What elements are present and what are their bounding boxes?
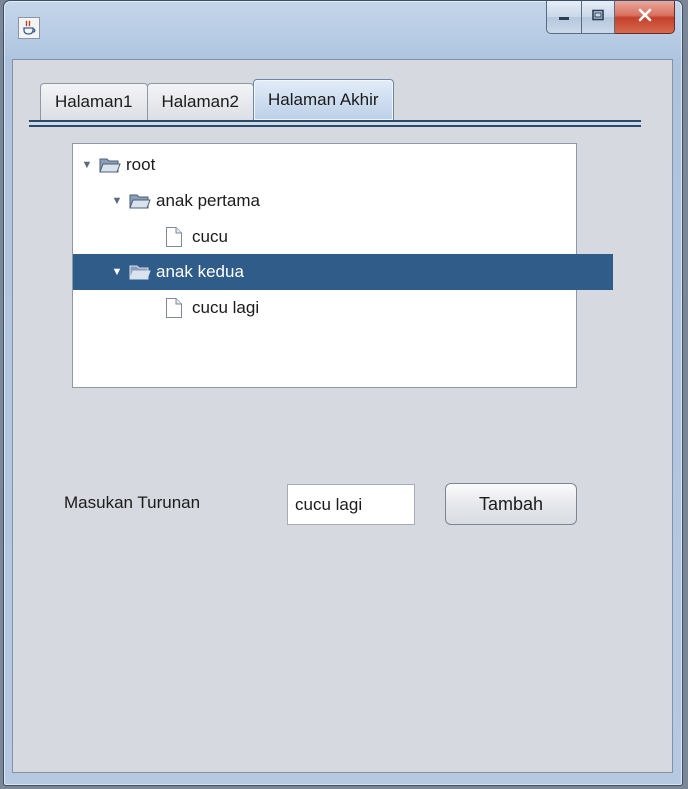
- tree-node-label: anak kedua: [156, 262, 244, 281]
- tab-halaman1[interactable]: Halaman1: [40, 83, 148, 120]
- expand-toggle-icon[interactable]: ▼: [80, 159, 94, 171]
- tab-label: Halaman1: [55, 92, 133, 111]
- tree-view[interactable]: ▼ root ▼ anak pertama cucu ▼ anak kedua …: [72, 143, 613, 388]
- tree-node-label: anak pertama: [156, 191, 260, 210]
- maximize-icon: [591, 8, 605, 26]
- tab-divider: [29, 120, 641, 122]
- tab-label: Halaman Akhir: [268, 90, 379, 109]
- expand-toggle-icon[interactable]: ▼: [110, 195, 124, 207]
- tab-halaman2[interactable]: Halaman2: [146, 83, 254, 120]
- tree-node-root[interactable]: ▼ root: [73, 147, 583, 183]
- minimize-button[interactable]: [546, 1, 582, 34]
- folder-icon: [129, 263, 151, 281]
- masukan-turunan-label: Masukan Turunan: [64, 493, 201, 512]
- file-icon: [165, 226, 183, 248]
- java-cup-icon[interactable]: [18, 17, 40, 39]
- close-button[interactable]: [615, 1, 675, 34]
- file-icon: [165, 297, 183, 319]
- tree-node-label: root: [126, 155, 156, 174]
- tab-halaman-akhir[interactable]: Halaman Akhir: [253, 79, 394, 120]
- tab-divider: [29, 125, 641, 127]
- tree-node-anak-kedua[interactable]: ▼ anak kedua: [73, 254, 613, 290]
- close-icon: [637, 8, 653, 27]
- minimize-icon: [557, 8, 571, 26]
- expand-toggle-icon[interactable]: ▼: [110, 266, 124, 278]
- tree-node-label: cucu: [192, 227, 228, 246]
- tab-bar: Halaman1 Halaman2 Halaman Akhir: [40, 79, 394, 120]
- tree-node-label: cucu lagi: [192, 298, 260, 317]
- folder-icon: [99, 156, 121, 174]
- caption-buttons: [546, 1, 675, 35]
- turunan-input[interactable]: [287, 484, 415, 525]
- tab-label: Halaman2: [161, 92, 240, 111]
- folder-icon: [129, 192, 151, 210]
- tree-node-cucu-lagi[interactable]: cucu lagi: [73, 290, 668, 326]
- tambah-button[interactable]: Tambah: [445, 483, 577, 525]
- tree-node-cucu[interactable]: cucu: [73, 219, 668, 255]
- maximize-button[interactable]: [582, 1, 615, 34]
- tree-node-anak-pertama[interactable]: ▼ anak pertama: [73, 183, 613, 219]
